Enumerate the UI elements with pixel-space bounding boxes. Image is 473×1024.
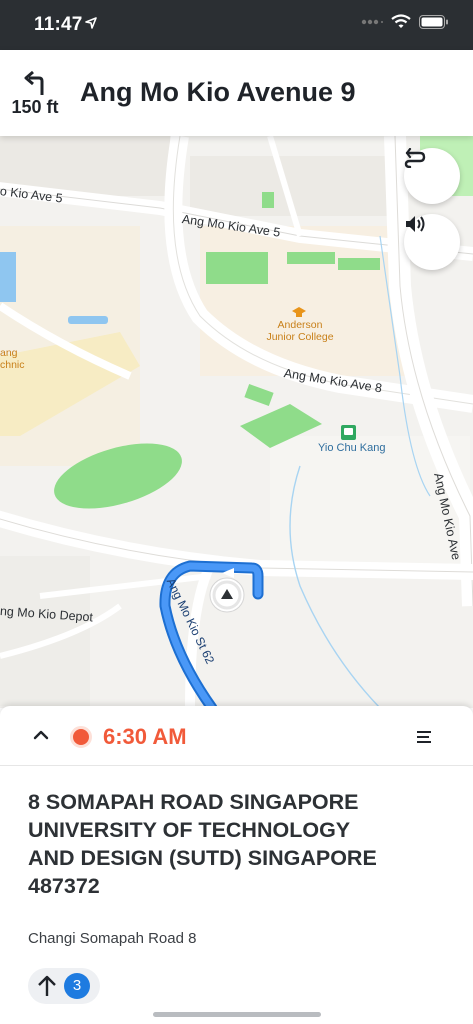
turn-distance: 150 ft [11,97,59,117]
map-view[interactable]: o Kio Ave 5 Ang Mo Kio Ave 5 Ang Mo Kio … [0,136,473,708]
steps-chip[interactable]: 3 [28,968,100,1004]
menu-icon[interactable] [417,730,433,744]
destination-subtitle: Changi Somapah Road 8 [28,930,197,947]
battery-icon [419,14,448,29]
status-time: 11:47 [34,14,83,35]
turn-left-icon [24,70,44,95]
home-indicator[interactable] [153,1012,321,1017]
trip-details-sheet[interactable]: 6:30 AM 8 SOMAPAH ROAD SINGAPORE UNIVERS… [0,706,473,1024]
eta-time: 6:30 AM [103,724,187,749]
map-label-station: Yio Chu Kang [318,442,386,454]
destination-address: 8 SOMAPAH ROAD SINGAPORE UNIVERSITY OF T… [28,790,377,898]
trip-summary-bar: 6:30 AM [0,706,473,766]
arrow-up-icon [38,975,56,996]
speaker-icon [406,216,425,232]
route-options-icon [404,148,426,168]
steps-count-badge: 3 [64,973,90,999]
status-bar: 11:47 [0,0,473,50]
map-label-school: ang chnic [0,347,25,371]
route-options-button[interactable] [404,148,460,204]
signal-icon [361,19,383,24]
eta-indicator-dot [70,726,92,748]
navigation-header: 150 ft Ang Mo Kio Avenue 9 [0,50,473,136]
location-arrow-icon [85,17,97,29]
chevron-up-icon[interactable] [33,729,49,741]
map-label-college: Anderson Junior College [266,319,334,343]
street-name: Ang Mo Kio Avenue 9 [80,77,356,107]
wifi-icon [391,14,411,28]
sound-toggle-button[interactable] [404,214,460,270]
